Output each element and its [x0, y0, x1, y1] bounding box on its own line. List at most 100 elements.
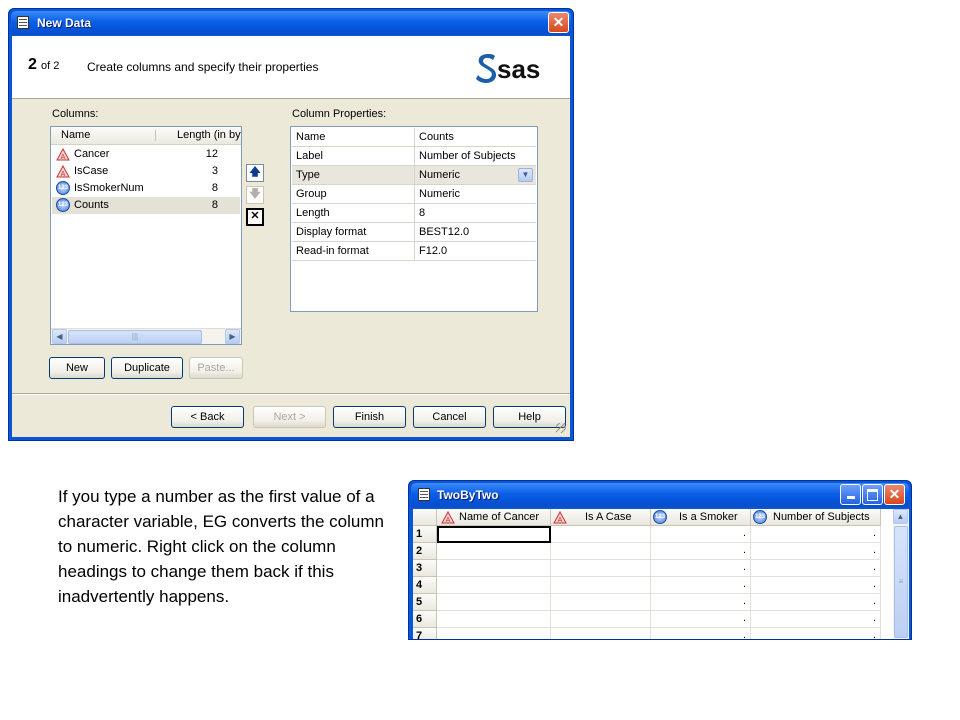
- close-icon[interactable]: ✕: [548, 12, 569, 33]
- footer-separator: [12, 393, 570, 395]
- header-name[interactable]: Name: [61, 129, 90, 141]
- close-icon[interactable]: ✕: [884, 484, 905, 505]
- minimize-icon[interactable]: [840, 484, 861, 505]
- table-icon: [17, 16, 29, 29]
- maximize-icon[interactable]: [862, 484, 883, 505]
- property-row-type[interactable]: Type Numeric ▼: [292, 166, 536, 185]
- dialog-title-bar[interactable]: New Data ✕: [11, 11, 571, 35]
- column-row-iscase[interactable]: A IsCase 3: [52, 163, 240, 180]
- table-cell[interactable]: [437, 543, 551, 560]
- table-cell[interactable]: .: [651, 560, 751, 577]
- table-cell[interactable]: .: [751, 628, 881, 639]
- scroll-right-icon[interactable]: ▶: [225, 329, 240, 344]
- column-header-name-of-cancer[interactable]: A Name of Cancer: [437, 509, 551, 526]
- table-cell[interactable]: [551, 594, 651, 611]
- row-number[interactable]: 4: [413, 577, 437, 594]
- svg-text:A: A: [61, 171, 66, 178]
- table-window-title-bar[interactable]: TwoByTwo ✕: [411, 483, 909, 507]
- numeric-column-icon: 123: [56, 198, 70, 212]
- table-cell[interactable]: [551, 577, 651, 594]
- column-header-number-of-subjects[interactable]: 123 Number of Subjects: [751, 509, 881, 526]
- row-number[interactable]: 1: [413, 526, 437, 543]
- delete-column-icon[interactable]: ✕: [246, 208, 264, 226]
- column-name: IsSmokerNum: [74, 182, 144, 194]
- column-row-cancer[interactable]: A Cancer 12: [52, 146, 240, 163]
- table-cell[interactable]: .: [651, 543, 751, 560]
- column-row-counts[interactable]: 123 Counts 8: [52, 197, 240, 214]
- duplicate-button[interactable]: Duplicate: [111, 357, 183, 379]
- grid-vertical-scrollbar[interactable]: ▲ ≡: [893, 509, 909, 639]
- header-length[interactable]: Length (in byt: [177, 129, 241, 141]
- cancel-button[interactable]: Cancel: [413, 406, 486, 428]
- numeric-column-icon: 123: [653, 510, 667, 524]
- property-key: Name: [296, 131, 326, 143]
- column-properties-grid: Name Counts Label Number of Subjects Typ…: [290, 126, 538, 312]
- table-cell[interactable]: .: [651, 628, 751, 639]
- svg-text:A: A: [61, 154, 66, 161]
- next-button: Next >: [253, 406, 326, 428]
- property-row-length[interactable]: Length 8: [292, 204, 536, 223]
- column-length: 8: [211, 182, 218, 194]
- scroll-thumb[interactable]: ≡: [894, 526, 908, 638]
- column-row-issmokernum[interactable]: 123 IsSmokerNum 8: [52, 180, 240, 197]
- table-cell[interactable]: [437, 611, 551, 628]
- table-cell[interactable]: [437, 628, 551, 639]
- property-row-display-format[interactable]: Display format BEST12.0: [292, 223, 536, 242]
- active-cell[interactable]: [437, 526, 551, 543]
- table-cell[interactable]: [437, 560, 551, 577]
- table-cell[interactable]: [551, 628, 651, 639]
- property-row-name[interactable]: Name Counts: [292, 128, 536, 147]
- type-dropdown-value: Numeric: [419, 169, 460, 181]
- scroll-left-icon[interactable]: ◀: [52, 329, 67, 344]
- columns-list[interactable]: Name Length (in byt A Cancer 12 A IsCase…: [50, 126, 242, 345]
- property-value: Counts: [419, 131, 454, 143]
- table-cell[interactable]: [437, 577, 551, 594]
- property-key: Display format: [296, 226, 367, 238]
- grid-corner[interactable]: [413, 509, 437, 526]
- chevron-down-icon[interactable]: ▼: [518, 168, 533, 182]
- table-cell[interactable]: [551, 543, 651, 560]
- row-number[interactable]: 6: [413, 611, 437, 628]
- finish-button[interactable]: Finish: [333, 406, 406, 428]
- row-number[interactable]: 5: [413, 594, 437, 611]
- table-cell[interactable]: .: [751, 577, 881, 594]
- table-cell[interactable]: [551, 560, 651, 577]
- new-column-button[interactable]: New: [49, 357, 105, 379]
- row-number[interactable]: 2: [413, 543, 437, 560]
- character-column-icon: A: [441, 511, 455, 524]
- property-row-group[interactable]: Group Numeric: [292, 185, 536, 204]
- data-grid: A Name of Cancer A Is A Case 123 Is a Sm…: [413, 509, 893, 639]
- property-row-read-in-format[interactable]: Read-in format F12.0: [292, 242, 536, 261]
- resize-grip-icon[interactable]: [556, 423, 566, 433]
- row-number[interactable]: 7: [413, 628, 437, 639]
- row-number[interactable]: 3: [413, 560, 437, 577]
- column-length: 12: [205, 148, 218, 160]
- table-cell[interactable]: .: [651, 526, 751, 543]
- table-cell[interactable]: [437, 594, 551, 611]
- columns-horizontal-scrollbar[interactable]: ◀ ||| ▶: [51, 328, 241, 344]
- table-cell[interactable]: .: [651, 611, 751, 628]
- table-cell[interactable]: [551, 526, 651, 543]
- paste-button: Paste...: [189, 357, 243, 379]
- table-cell[interactable]: .: [751, 526, 881, 543]
- move-down-icon: 🡇: [246, 186, 264, 204]
- column-header-is-a-smoker[interactable]: 123 Is a Smoker: [651, 509, 751, 526]
- scroll-thumb[interactable]: |||: [68, 330, 202, 344]
- character-column-icon: A: [56, 165, 70, 178]
- table-cell[interactable]: .: [651, 594, 751, 611]
- table-cell[interactable]: .: [651, 577, 751, 594]
- table-cell[interactable]: .: [751, 611, 881, 628]
- property-row-label[interactable]: Label Number of Subjects: [292, 147, 536, 166]
- columns-label: Columns:: [52, 108, 99, 120]
- table-cell[interactable]: .: [751, 560, 881, 577]
- back-button[interactable]: < Back: [171, 406, 244, 428]
- move-up-icon[interactable]: 🡅: [246, 164, 264, 182]
- property-key: Read-in format: [296, 245, 369, 257]
- scroll-up-icon[interactable]: ▲: [893, 509, 908, 524]
- table-cell[interactable]: .: [751, 543, 881, 560]
- table-cell[interactable]: .: [751, 594, 881, 611]
- column-header-is-a-case[interactable]: A Is A Case: [551, 509, 651, 526]
- step-total: of 2: [41, 60, 60, 72]
- table-cell[interactable]: [551, 611, 651, 628]
- character-column-icon: A: [56, 148, 70, 161]
